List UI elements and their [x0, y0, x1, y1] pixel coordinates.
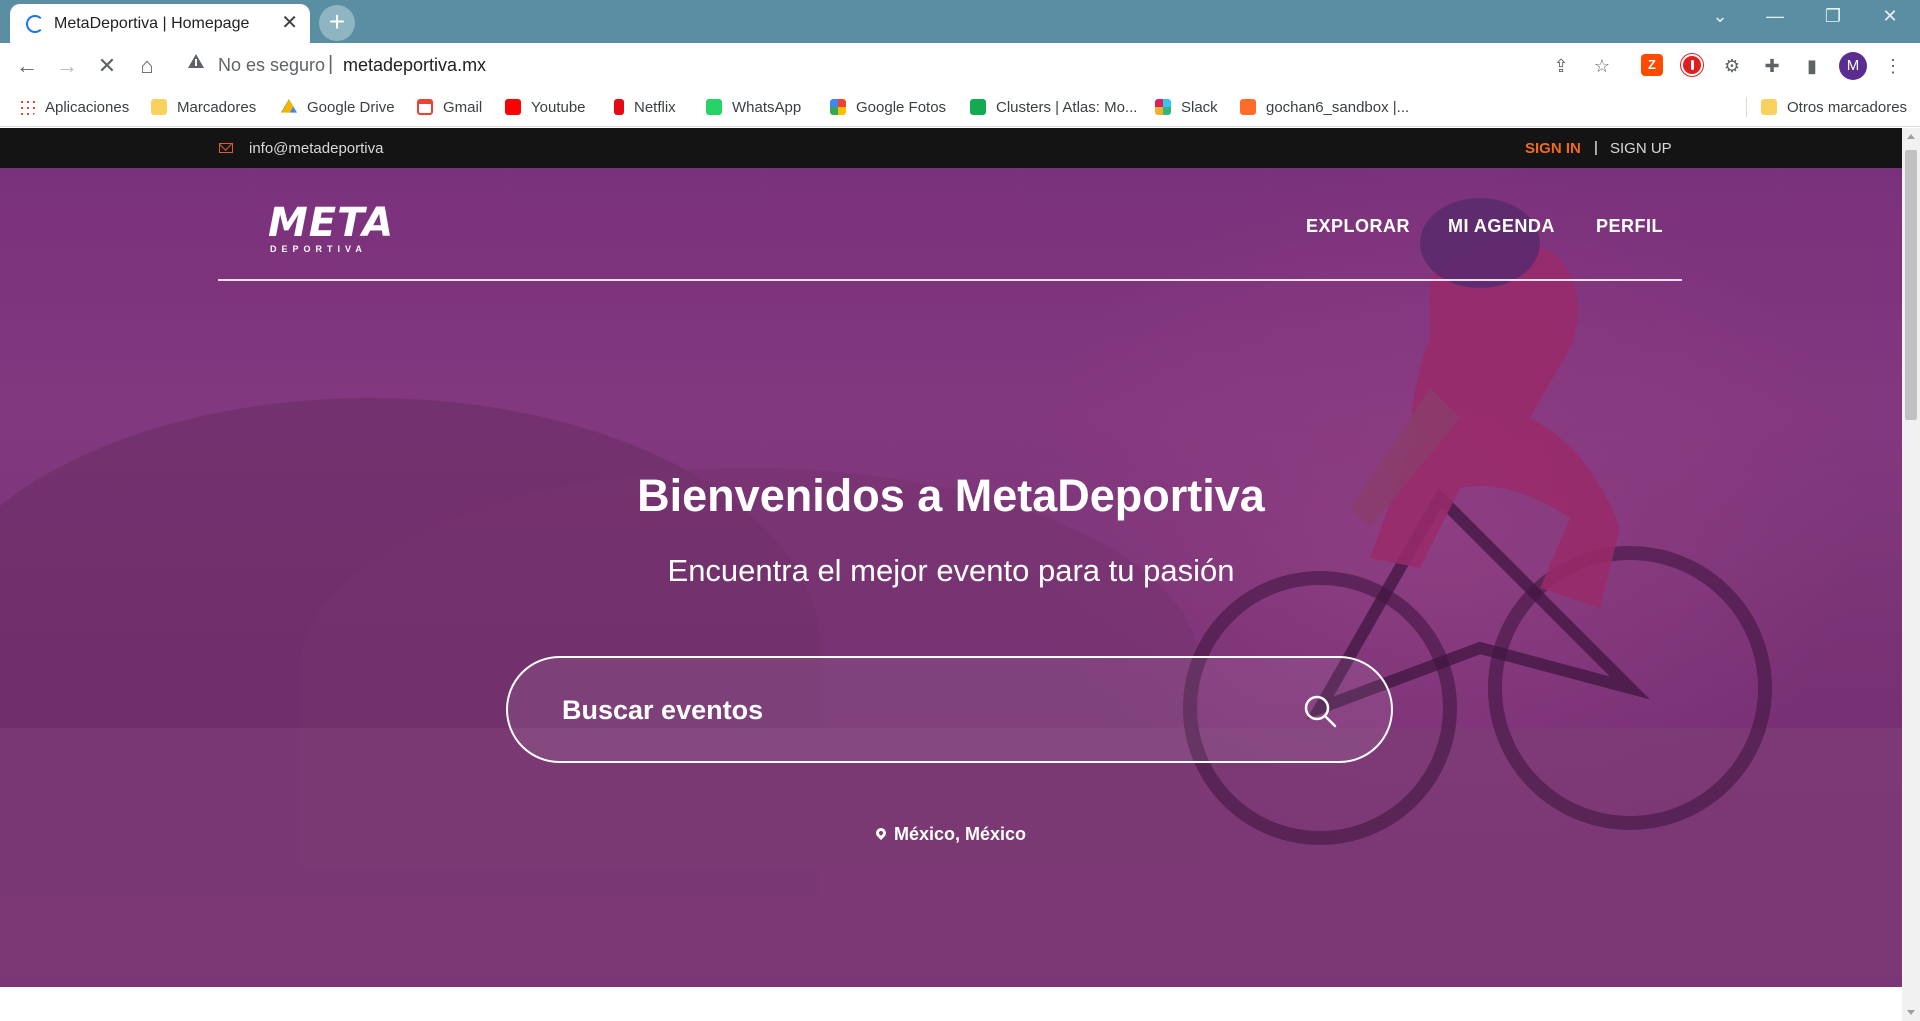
mongodb-icon — [970, 99, 986, 115]
hero-section: META DEPORTIVA EXPLORAR MI AGENDA PERFIL… — [0, 168, 1902, 987]
logo-wordmark: META — [268, 200, 395, 246]
top-info-bar: info@metadeportiva SIGN IN | SIGN UP — [0, 128, 1902, 168]
new-tab-button[interactable]: + — [319, 5, 355, 41]
bookmarks-bar: Aplicaciones Marcadores Google Drive Gma… — [0, 87, 1920, 127]
hero-subtitle: Encuentra el mejor evento para tu pasión — [667, 553, 1235, 588]
restore-icon[interactable]: ❐ — [1813, 6, 1853, 27]
sign-in-link[interactable]: SIGN IN — [1525, 140, 1581, 157]
netflix-icon — [614, 99, 624, 115]
auth-divider: | — [1594, 139, 1598, 156]
browser-title-bar: MetaDeportiva | Homepage ✕ + ⌄ — ❐ ✕ — [0, 0, 1920, 43]
scroll-down-arrow-icon[interactable] — [1907, 1010, 1915, 1015]
search-input[interactable] — [562, 688, 1262, 732]
bookmark-netflix[interactable]: Netflix — [614, 97, 676, 117]
logo-subtitle: DEPORTIVA — [270, 244, 367, 254]
nav-perfil[interactable]: PERFIL — [1596, 216, 1663, 237]
minimize-icon[interactable]: — — [1755, 6, 1795, 27]
nav-mi-agenda[interactable]: MI AGENDA — [1448, 216, 1555, 237]
bookmark-whatsapp[interactable]: WhatsApp — [706, 97, 801, 117]
loading-spinner-icon — [26, 15, 44, 33]
side-panel-icon[interactable]: ▮ — [1799, 53, 1825, 79]
google-drive-icon — [281, 99, 297, 113]
page-scrollbar[interactable] — [1902, 128, 1920, 1021]
security-label[interactable]: No es seguro — [218, 55, 325, 76]
tab-close-icon[interactable]: ✕ — [281, 12, 298, 34]
scrollbar-thumb[interactable] — [1905, 150, 1917, 420]
envelope-icon — [219, 143, 233, 153]
bookmark-clusters-atlas[interactable]: Clusters | Atlas: Mo... — [970, 97, 1137, 117]
contact-email[interactable]: info@metadeportiva — [249, 140, 383, 157]
stop-loading-icon[interactable]: ✕ — [92, 51, 122, 81]
nav-explorar[interactable]: EXPLORAR — [1306, 216, 1410, 237]
sign-up-link[interactable]: SIGN UP — [1610, 140, 1672, 157]
zotero-extension-icon[interactable]: Z — [1641, 54, 1663, 76]
youtube-icon — [505, 99, 521, 115]
hero-title: Bienvenidos a MetaDeportiva — [637, 470, 1265, 521]
address-bar[interactable]: No es seguro | metadeportiva.mx — [178, 49, 1620, 81]
tab-title: MetaDeportiva | Homepage — [54, 15, 250, 32]
url-text[interactable]: metadeportiva.mx — [343, 55, 486, 76]
event-search-box[interactable] — [506, 656, 1393, 763]
gmail-icon — [417, 99, 433, 115]
profile-avatar[interactable]: M — [1839, 52, 1867, 80]
browser-toolbar: ← → ✕ ⌂ No es seguro | metadeportiva.mx … — [0, 43, 1920, 87]
bookmark-gochan6-sandbox[interactable]: gochan6_sandbox |... — [1240, 97, 1409, 117]
folder-icon — [1761, 99, 1777, 115]
cpanel-icon — [1240, 99, 1256, 115]
home-icon[interactable]: ⌂ — [132, 51, 162, 81]
search-icon[interactable] — [1302, 693, 1338, 729]
map-pin-icon — [873, 825, 889, 841]
folder-icon — [151, 99, 167, 115]
close-window-icon[interactable]: ✕ — [1870, 6, 1910, 27]
slack-icon — [1155, 99, 1171, 115]
back-arrow-icon[interactable]: ← — [12, 51, 42, 81]
bookmark-star-icon[interactable]: ☆ — [1589, 53, 1615, 79]
bookmark-google-drive[interactable]: Google Drive — [281, 97, 395, 117]
bookmark-slack[interactable]: Slack — [1155, 97, 1218, 117]
settings-gear-icon[interactable]: ⚙ — [1719, 53, 1745, 79]
forward-arrow-icon[interactable]: → — [52, 51, 82, 81]
bookmark-otros-marcadores[interactable]: Otros marcadores — [1746, 97, 1907, 117]
google-photos-icon — [830, 99, 846, 115]
browser-tab-active[interactable]: MetaDeportiva | Homepage ✕ — [10, 4, 310, 43]
location-label: México, México — [893, 824, 1027, 844]
bookmark-gmail[interactable]: Gmail — [417, 97, 482, 117]
location-selector[interactable]: México, México — [0, 824, 1902, 845]
bookmark-aplicaciones[interactable]: Aplicaciones — [19, 97, 129, 117]
whatsapp-icon — [706, 99, 722, 115]
apps-grid-icon — [19, 99, 35, 115]
bookmark-youtube[interactable]: Youtube — [505, 97, 586, 117]
more-menu-icon[interactable]: ⋮ — [1880, 53, 1906, 79]
extensions-puzzle-icon[interactable]: ✚ — [1759, 53, 1785, 79]
adblock-extension-icon[interactable] — [1681, 54, 1703, 76]
metadeportiva-logo[interactable]: META DEPORTIVA — [268, 200, 393, 256]
bookmark-google-fotos[interactable]: Google Fotos — [830, 97, 946, 117]
address-separator: | — [328, 53, 334, 75]
nav-divider — [218, 279, 1682, 281]
share-icon[interactable]: ⇪ — [1548, 53, 1574, 79]
tab-search-chevron-icon[interactable]: ⌄ — [1700, 6, 1740, 27]
page-below-hero — [0, 987, 1902, 1021]
scroll-up-arrow-icon[interactable] — [1907, 134, 1915, 139]
bookmark-marcadores[interactable]: Marcadores — [151, 97, 256, 117]
